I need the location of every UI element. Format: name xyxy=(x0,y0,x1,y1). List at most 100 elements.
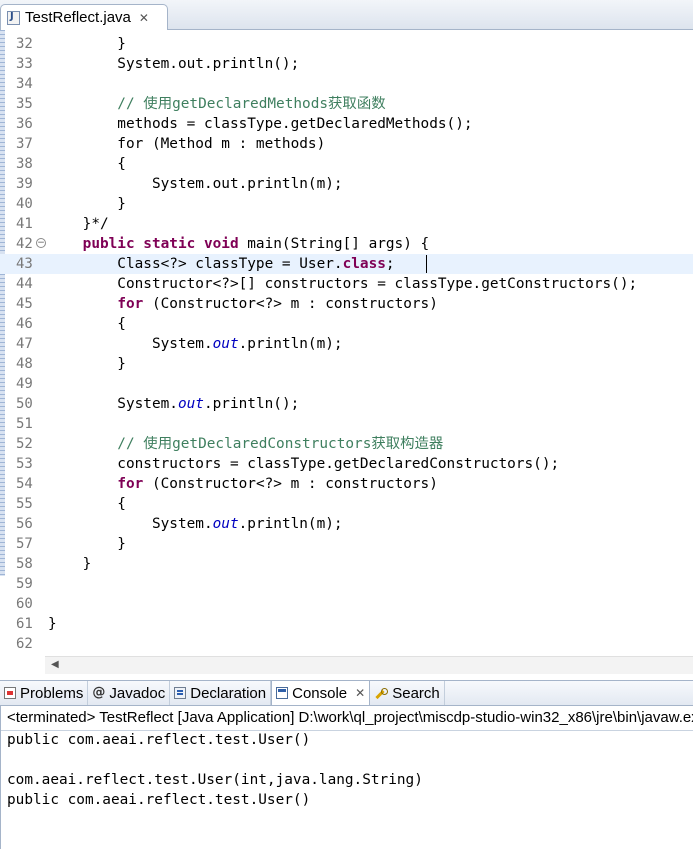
code-line[interactable]: 34 xyxy=(0,74,693,94)
code-text: { xyxy=(48,496,126,512)
console-status: <terminated> TestReflect [Java Applicati… xyxy=(7,709,693,726)
code-line[interactable]: 45 for (Constructor<?> m : constructors) xyxy=(0,294,693,314)
code-text: System.out.println(m); xyxy=(48,516,343,532)
tab-search[interactable]: Search xyxy=(370,681,445,705)
code-line[interactable]: 51 xyxy=(0,414,693,434)
code-text: } xyxy=(48,616,57,632)
line-number: 59 xyxy=(16,576,33,592)
code-text: } xyxy=(48,36,126,52)
code-line[interactable]: 42− public static void main(String[] arg… xyxy=(0,234,693,254)
fold-toggle-icon[interactable]: − xyxy=(36,238,46,248)
code-line[interactable]: 33 System.out.println(); xyxy=(0,54,693,74)
code-line[interactable]: 48 } xyxy=(0,354,693,374)
tab-label: Declaration xyxy=(190,684,267,702)
javadoc-icon: @ xyxy=(92,685,106,700)
code-line[interactable]: 53 constructors = classType.getDeclaredC… xyxy=(0,454,693,474)
code-line[interactable]: 49 xyxy=(0,374,693,394)
code-line[interactable]: 35 // 使用getDeclaredMethods获取函数 xyxy=(0,94,693,114)
line-number: 51 xyxy=(16,416,33,432)
line-number: 37 xyxy=(16,136,33,152)
code-line[interactable]: 40 } xyxy=(0,194,693,214)
line-number: 35 xyxy=(16,96,33,112)
line-number: 36 xyxy=(16,116,33,132)
line-number: 38 xyxy=(16,156,33,172)
view-tab-bar: Problems @ Javadoc Declaration Console ✕ Searc… xyxy=(0,680,693,706)
code-line[interactable]: 55 { xyxy=(0,494,693,514)
console-view[interactable]: <terminated> TestReflect [Java Applicati… xyxy=(0,706,693,849)
code-line[interactable]: 56 System.out.println(m); xyxy=(0,514,693,534)
code-line[interactable]: 41 }*/ xyxy=(0,214,693,234)
code-line[interactable]: 37 for (Method m : methods) xyxy=(0,134,693,154)
code-line[interactable]: 32 } xyxy=(0,34,693,54)
code-line[interactable]: 58 } xyxy=(0,554,693,574)
code-text: for (Constructor<?> m : constructors) xyxy=(117,476,438,492)
search-icon xyxy=(374,687,389,699)
code-line[interactable]: 44 Constructor<?>[] constructors = class… xyxy=(0,274,693,294)
tab-console[interactable]: Console ✕ xyxy=(271,681,371,705)
problems-icon xyxy=(4,687,16,699)
code-line[interactable]: 50 System.out.println(); xyxy=(0,394,693,414)
code-text: methods = classType.getDeclaredMethods()… xyxy=(48,116,473,132)
line-number: 49 xyxy=(16,376,33,392)
console-icon xyxy=(276,687,289,699)
tab-label: Console xyxy=(292,684,348,702)
code-line[interactable]: 54 for (Constructor<?> m : constructors) xyxy=(0,474,693,494)
code-line[interactable]: 36 methods = classType.getDeclaredMethod… xyxy=(0,114,693,134)
code-line[interactable]: 57 } xyxy=(0,534,693,554)
code-line[interactable]: 39 System.out.println(m); xyxy=(0,174,693,194)
code-line[interactable]: 59 xyxy=(0,574,693,594)
code-text: // 使用getDeclaredMethods获取函数 xyxy=(48,96,386,112)
close-icon[interactable]: ✕ xyxy=(355,686,365,700)
code-line[interactable]: 60 xyxy=(0,594,693,614)
code-text: } xyxy=(48,196,126,212)
text-caret xyxy=(426,255,427,273)
console-output-line: com.aeai.reflect.test.User(int,java.lang… xyxy=(7,772,423,788)
tab-javadoc[interactable]: @ Javadoc xyxy=(88,681,171,705)
close-icon[interactable]: ✕ xyxy=(139,11,149,25)
line-number: 39 xyxy=(16,176,33,192)
code-line[interactable]: 38 { xyxy=(0,154,693,174)
tab-problems[interactable]: Problems xyxy=(0,681,89,705)
code-text: } xyxy=(48,556,92,572)
tab-label: Javadoc xyxy=(109,684,166,702)
line-number: 40 xyxy=(16,196,33,212)
code-line[interactable]: 47 System.out.println(m); xyxy=(0,334,693,354)
line-number: 34 xyxy=(16,76,33,92)
java-file-icon xyxy=(7,10,20,25)
code-text: { xyxy=(48,316,126,332)
code-text: Constructor<?>[] constructors = classTyp… xyxy=(48,276,638,292)
line-number: 57 xyxy=(16,536,33,552)
line-number: 41 xyxy=(16,216,33,232)
code-text: } xyxy=(48,536,126,552)
tab-label: Search xyxy=(392,684,440,702)
code-text: for (Method m : methods) xyxy=(48,136,326,152)
scroll-left-icon[interactable]: ◀ xyxy=(51,659,59,670)
code-text: for (Constructor<?> m : constructors) xyxy=(117,296,438,312)
code-text: public static void main(String[] args) { xyxy=(82,236,430,252)
horizontal-scrollbar[interactable]: ◀ xyxy=(45,656,693,674)
tab-declaration[interactable]: Declaration xyxy=(170,681,272,705)
line-number: 61 xyxy=(16,616,33,632)
code-text: Class<?> classType = User.class; xyxy=(48,256,395,272)
line-number: 33 xyxy=(16,56,33,72)
line-number: 58 xyxy=(16,556,33,572)
console-output-line: public com.aeai.reflect.test.User() xyxy=(7,732,311,748)
code-editor[interactable]: 32 } 33 System.out.println(); 34 35 // 使用ge… xyxy=(0,30,693,674)
code-text: System.out.println(m); xyxy=(48,176,343,192)
code-text: } xyxy=(48,356,126,372)
line-number: 56 xyxy=(16,516,33,532)
code-text: // 使用getDeclaredConstructors获取构造器 xyxy=(48,436,444,452)
editor-tab-testreflect[interactable]: TestReflect.java ✕ xyxy=(0,4,168,30)
code-text: System.out.println(); xyxy=(48,396,300,412)
code-line[interactable]: 61} xyxy=(0,614,693,634)
line-number: 44 xyxy=(16,276,33,292)
declaration-icon xyxy=(174,687,187,699)
line-number: 47 xyxy=(16,336,33,352)
code-line[interactable]: 43 Class<?> classType = User.class; xyxy=(0,254,693,274)
code-text: { xyxy=(48,156,126,172)
code-line[interactable]: 46 { xyxy=(0,314,693,334)
code-text: constructors = classType.getDeclaredCons… xyxy=(48,456,560,472)
code-line[interactable]: 52 // 使用getDeclaredConstructors获取构造器 xyxy=(0,434,693,454)
line-number: 43 xyxy=(16,256,33,272)
code-line[interactable]: 62 xyxy=(0,634,693,654)
